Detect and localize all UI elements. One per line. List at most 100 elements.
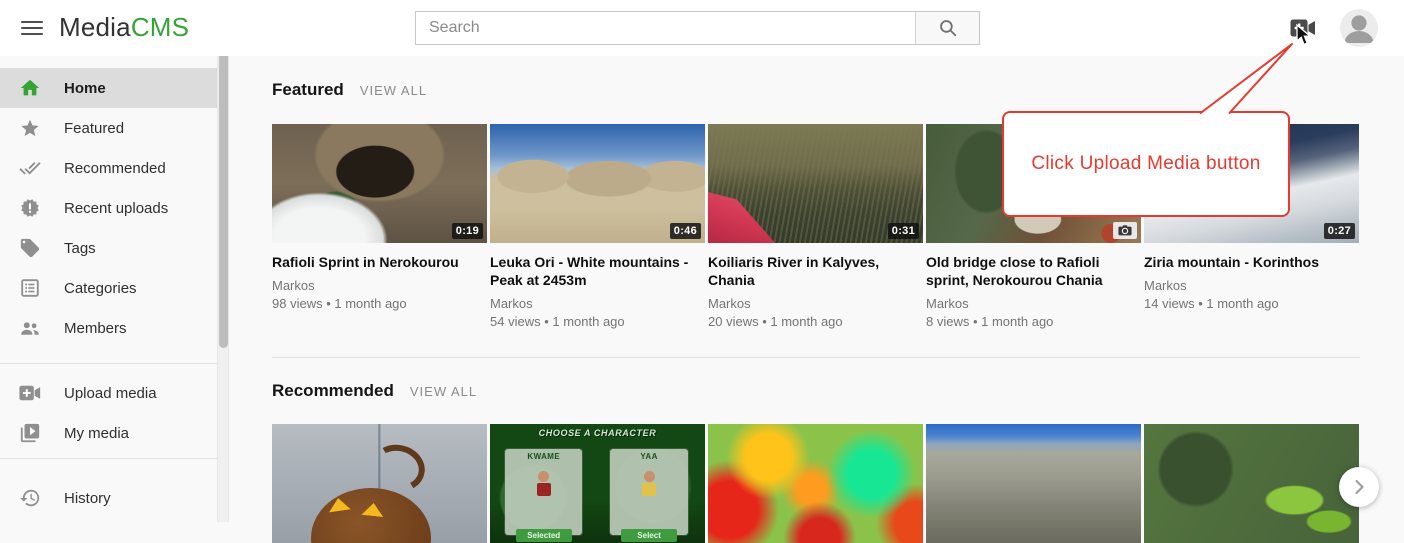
duration-badge: 0:27 [1324, 223, 1355, 239]
video-card: 0:31 Koiliaris River in Kalyves, Chania … [708, 124, 923, 329]
game-heading-text: CHOOSE A CHARACTER [490, 428, 705, 438]
hamburger-menu-button[interactable] [12, 8, 52, 48]
game-character-name: KWAME [505, 452, 582, 461]
game-character-sprite [536, 471, 552, 501]
game-selected-button: Selected [516, 529, 572, 542]
upload-media-icon [19, 382, 41, 404]
video-thumbnail[interactable] [926, 424, 1141, 543]
video-thumbnail[interactable] [272, 424, 487, 543]
section-title-recommended: Recommended [272, 381, 394, 401]
sidebar-item-members[interactable]: Members [0, 308, 217, 348]
video-title[interactable]: Rafioli Sprint in Nerokourou [272, 253, 487, 271]
duration-badge: 0:31 [888, 223, 919, 239]
sidebar-divider [0, 458, 218, 459]
video-thumbnail[interactable] [708, 424, 923, 543]
members-icon [19, 317, 41, 339]
video-author[interactable]: Markos [708, 296, 923, 311]
video-title[interactable]: Old bridge close to Rafioli sprint, Nero… [926, 253, 1141, 289]
home-icon [19, 77, 41, 99]
search-bar [415, 11, 980, 45]
chevron-right-icon [1347, 475, 1371, 499]
video-card: 0:46 Leuka Ori - White mountains - Peak … [490, 124, 705, 329]
person-icon [1340, 9, 1378, 47]
sidebar-item-label: Members [64, 320, 127, 337]
video-meta: 8 views • 1 month ago [926, 314, 1141, 329]
sidebar-item-categories[interactable]: Categories [0, 268, 217, 308]
double-check-icon [19, 157, 41, 179]
sidebar: Home Featured Recommended Recent uploads [0, 56, 218, 522]
sidebar-item-featured[interactable]: Featured [0, 108, 217, 148]
recommended-row: CHOOSE A CHARACTER KWAME Selected YAA Se… [272, 424, 1359, 543]
logo-media: Media [59, 12, 131, 42]
video-title[interactable]: Leuka Ori - White mountains - Peak at 24… [490, 253, 705, 289]
annotation-pointer [1190, 40, 1300, 118]
sidebar-scrollbar-thumb[interactable] [219, 48, 228, 348]
sidebar-item-my-media[interactable]: My media [0, 413, 217, 453]
video-thumbnail[interactable]: CHOOSE A CHARACTER KWAME Selected YAA Se… [490, 424, 705, 543]
hamburger-icon [21, 17, 43, 39]
video-thumbnail[interactable]: 0:46 [490, 124, 705, 243]
camera-badge [1113, 222, 1137, 239]
video-card [272, 424, 487, 543]
sidebar-item-recommended[interactable]: Recommended [0, 148, 217, 188]
search-input[interactable] [416, 12, 915, 44]
sidebar-item-label: Recommended [64, 160, 166, 177]
featured-section-header: Featured VIEW ALL [272, 80, 427, 100]
search-button[interactable] [915, 12, 979, 44]
sidebar-item-tags[interactable]: Tags [0, 228, 217, 268]
video-card [1144, 424, 1359, 543]
app-logo[interactable]: MediaCMS [59, 12, 189, 43]
video-meta: 54 views • 1 month ago [490, 314, 705, 329]
video-thumbnail[interactable]: 0:19 [272, 124, 487, 243]
user-avatar[interactable] [1340, 9, 1378, 47]
video-card: CHOOSE A CHARACTER KWAME Selected YAA Se… [490, 424, 705, 543]
sidebar-item-upload-media[interactable]: Upload media [0, 373, 217, 413]
sidebar-item-history[interactable]: History [0, 478, 217, 518]
video-author[interactable]: Markos [272, 278, 487, 293]
sidebar-item-label: Featured [64, 120, 124, 137]
annotation-callout: Click Upload Media button [1002, 111, 1290, 217]
featured-view-all-link[interactable]: VIEW ALL [360, 83, 427, 98]
video-title[interactable]: Ziria mountain - Korinthos [1144, 253, 1359, 271]
sidebar-item-label: History [64, 490, 111, 507]
video-meta: 98 views • 1 month ago [272, 296, 487, 311]
sidebar-item-label: Home [64, 80, 106, 97]
video-title[interactable]: Koiliaris River in Kalyves, Chania [708, 253, 923, 289]
game-character-name: YAA [610, 452, 687, 461]
video-thumbnail[interactable] [1144, 424, 1359, 543]
section-title-featured: Featured [272, 80, 344, 100]
sidebar-item-home[interactable]: Home [0, 68, 217, 108]
mouse-cursor [1295, 24, 1315, 47]
categories-icon [19, 277, 41, 299]
sidebar-item-label: Tags [64, 240, 96, 257]
game-select-button: Select [621, 529, 677, 542]
duration-badge: 0:46 [670, 223, 701, 239]
sidebar-divider [0, 363, 218, 364]
sidebar-item-label: Recent uploads [64, 200, 168, 217]
new-releases-icon [19, 197, 41, 219]
logo-cms: CMS [131, 12, 189, 42]
video-meta: 20 views • 1 month ago [708, 314, 923, 329]
video-author[interactable]: Markos [926, 296, 1141, 311]
sidebar-item-label: Upload media [64, 385, 157, 402]
video-card [708, 424, 923, 543]
recommended-section-header: Recommended VIEW ALL [272, 381, 477, 401]
star-icon [19, 117, 41, 139]
video-author[interactable]: Markos [490, 296, 705, 311]
carousel-next-button[interactable] [1339, 467, 1379, 507]
sidebar-item-label: Categories [64, 280, 137, 297]
video-library-icon [19, 422, 41, 444]
recommended-view-all-link[interactable]: VIEW ALL [410, 384, 477, 399]
magnifier-icon [938, 18, 958, 38]
video-thumbnail[interactable]: 0:31 [708, 124, 923, 243]
sidebar-item-label: My media [64, 425, 129, 442]
video-author[interactable]: Markos [1144, 278, 1359, 293]
tag-icon [19, 237, 41, 259]
video-meta: 14 views • 1 month ago [1144, 296, 1359, 311]
camera-icon [1118, 225, 1132, 236]
game-character-sprite [641, 471, 657, 501]
history-icon [19, 487, 41, 509]
sidebar-item-recent-uploads[interactable]: Recent uploads [0, 188, 217, 228]
video-card: 0:19 Rafioli Sprint in Nerokourou Markos… [272, 124, 487, 329]
duration-badge: 0:19 [452, 223, 483, 239]
